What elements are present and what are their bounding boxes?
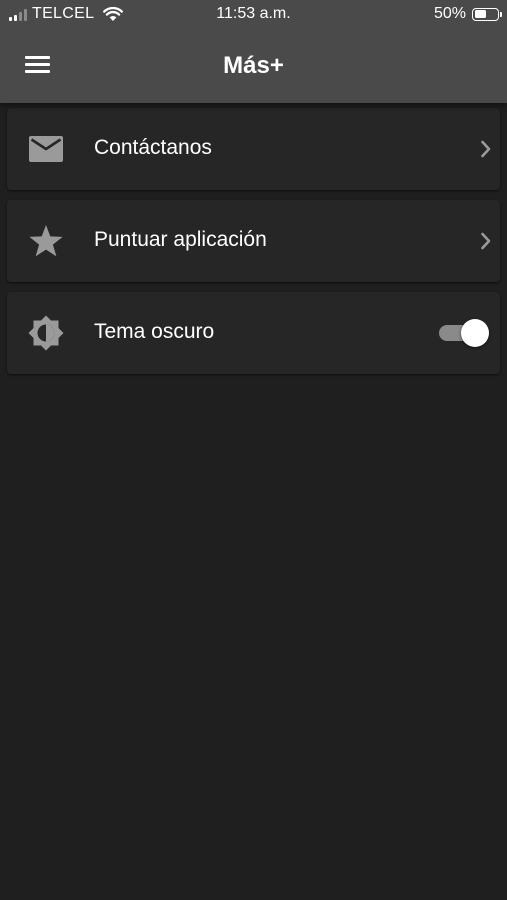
rate-app-item[interactable]: Puntuar aplicación [7, 200, 500, 282]
battery-icon [472, 7, 502, 21]
dark-theme-toggle[interactable] [439, 319, 489, 347]
battery-percent: 50% [433, 5, 466, 22]
status-bar: TELCEL 11:53 a.m. 50% [0, 0, 507, 30]
battery-fill [474, 10, 486, 18]
rate-app-label: Puntuar aplicación [94, 228, 267, 251]
app-screen: TELCEL 11:53 a.m. 50% Más+ Contáctanos P… [0, 0, 507, 900]
page-title: Más+ [223, 52, 284, 79]
mail-icon [26, 131, 66, 167]
dark-theme-label: Tema oscuro [94, 320, 215, 343]
settings-list: Contáctanos Puntuar aplicación Tema oscu… [7, 108, 500, 384]
star-icon [26, 223, 66, 259]
dark-theme-item: Tema oscuro [7, 292, 500, 374]
app-bar: TELCEL 11:53 a.m. 50% Más+ [0, 0, 507, 103]
status-right: 50% [433, 5, 502, 23]
brightness-icon [26, 315, 66, 351]
header: Más+ [0, 30, 507, 103]
toggle-knob [461, 319, 489, 347]
chevron-right-icon [481, 140, 491, 158]
contact-us-label: Contáctanos [94, 136, 212, 159]
status-time: 11:53 a.m. [216, 5, 291, 22]
contact-us-item[interactable]: Contáctanos [7, 108, 500, 190]
chevron-right-icon [481, 232, 491, 250]
